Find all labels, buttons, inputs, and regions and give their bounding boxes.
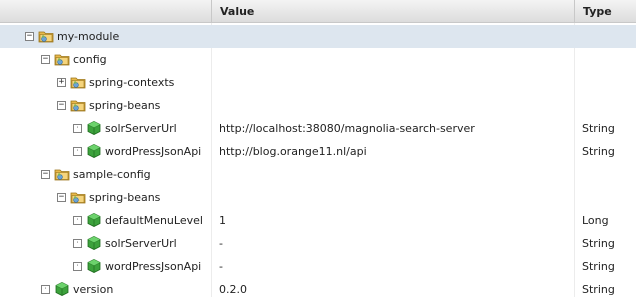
tree-row-name-cell: − sample-config	[0, 163, 211, 186]
tree-row-name-cell: · wordPressJsonApi	[0, 140, 211, 163]
tree-row[interactable]: − spring-beans	[0, 94, 636, 117]
tree-row-name-cell: · solrServerUrl	[0, 232, 211, 255]
tree-row-name-cell: + spring-contexts	[0, 71, 211, 94]
node-value[interactable]	[211, 48, 574, 71]
node-label[interactable]: version	[73, 278, 113, 297]
node-value[interactable]	[211, 163, 574, 186]
node-type[interactable]	[574, 71, 636, 94]
tree-row-name-cell: − my-module	[0, 25, 211, 48]
node-value[interactable]	[211, 94, 574, 117]
leaf-node-icon: ·	[73, 124, 82, 133]
node-type[interactable]	[574, 25, 636, 48]
node-label[interactable]: defaultMenuLevel	[105, 209, 203, 232]
property-icon	[86, 258, 102, 274]
node-label[interactable]: wordPressJsonApi	[105, 255, 201, 278]
property-icon	[86, 235, 102, 251]
tree-row[interactable]: − sample-config	[0, 163, 636, 186]
column-header-type[interactable]: Type	[574, 0, 636, 23]
node-label[interactable]: my-module	[57, 25, 119, 48]
node-value[interactable]: 0.2.0	[211, 278, 574, 297]
node-type[interactable]: String	[574, 117, 636, 140]
tree-row[interactable]: · version 0.2.0 String	[0, 278, 636, 297]
node-value[interactable]	[211, 71, 574, 94]
folder-icon	[38, 28, 54, 44]
folder-icon	[54, 166, 70, 182]
tree-row[interactable]: · wordPressJsonApi - String	[0, 255, 636, 278]
node-type[interactable]	[574, 186, 636, 209]
config-tree: Value Type − my-module − config + spring-c…	[0, 0, 636, 297]
tree-row-name-cell: · defaultMenuLevel	[0, 209, 211, 232]
leaf-node-icon: ·	[73, 262, 82, 271]
tree-row[interactable]: + spring-contexts	[0, 71, 636, 94]
tree-row[interactable]: · solrServerUrl - String	[0, 232, 636, 255]
tree-row-name-cell: − spring-beans	[0, 186, 211, 209]
leaf-node-icon: ·	[73, 216, 82, 225]
property-icon	[86, 143, 102, 159]
node-value[interactable]: 1	[211, 209, 574, 232]
tree-header: Value Type	[0, 0, 636, 23]
collapse-toggle-icon[interactable]: −	[41, 55, 50, 64]
tree-row[interactable]: · defaultMenuLevel 1 Long	[0, 209, 636, 232]
property-icon	[86, 212, 102, 228]
folder-icon	[70, 74, 86, 90]
node-value[interactable]: -	[211, 255, 574, 278]
node-type[interactable]: String	[574, 140, 636, 163]
folder-icon	[54, 51, 70, 67]
tree-row[interactable]: · solrServerUrl http://localhost:38080/ma…	[0, 117, 636, 140]
property-icon	[86, 120, 102, 136]
node-label[interactable]: config	[73, 48, 107, 71]
leaf-node-icon: ·	[73, 147, 82, 156]
node-label[interactable]: spring-contexts	[89, 71, 174, 94]
node-label[interactable]: spring-beans	[89, 186, 160, 209]
tree-row[interactable]: · wordPressJsonApi http://blog.orange11.n…	[0, 140, 636, 163]
node-type[interactable]	[574, 163, 636, 186]
tree-row-name-cell: · version	[0, 278, 211, 297]
node-type[interactable]: String	[574, 232, 636, 255]
expand-toggle-icon[interactable]: +	[57, 78, 66, 87]
node-type[interactable]	[574, 94, 636, 117]
column-header-name[interactable]	[0, 0, 211, 23]
node-label[interactable]: wordPressJsonApi	[105, 140, 201, 163]
property-icon	[54, 281, 70, 297]
tree-row[interactable]: − spring-beans	[0, 186, 636, 209]
tree-row-name-cell: − spring-beans	[0, 94, 211, 117]
leaf-node-icon: ·	[41, 285, 50, 294]
node-value[interactable]: http://localhost:38080/magnolia-search-s…	[211, 117, 574, 140]
node-value[interactable]	[211, 186, 574, 209]
collapse-toggle-icon[interactable]: −	[25, 32, 34, 41]
leaf-node-icon: ·	[73, 239, 82, 248]
node-label[interactable]: sample-config	[73, 163, 151, 186]
node-type[interactable]: String	[574, 255, 636, 278]
tree-row-name-cell: · wordPressJsonApi	[0, 255, 211, 278]
collapse-toggle-icon[interactable]: −	[57, 193, 66, 202]
node-type[interactable]: Long	[574, 209, 636, 232]
tree-row-name-cell: · solrServerUrl	[0, 117, 211, 140]
node-type[interactable]: String	[574, 278, 636, 297]
collapse-toggle-icon[interactable]: −	[57, 101, 66, 110]
node-value[interactable]: -	[211, 232, 574, 255]
node-value[interactable]: http://blog.orange11.nl/api	[211, 140, 574, 163]
collapse-toggle-icon[interactable]: −	[41, 170, 50, 179]
tree-row[interactable]: − config	[0, 48, 636, 71]
node-label[interactable]: solrServerUrl	[105, 232, 177, 255]
node-type[interactable]	[574, 48, 636, 71]
column-header-value[interactable]: Value	[211, 0, 574, 23]
tree-row-name-cell: − config	[0, 48, 211, 71]
tree-row[interactable]: − my-module	[0, 25, 636, 48]
node-label[interactable]: spring-beans	[89, 94, 160, 117]
node-label[interactable]: solrServerUrl	[105, 117, 177, 140]
folder-icon	[70, 97, 86, 113]
folder-icon	[70, 189, 86, 205]
node-value[interactable]	[211, 25, 574, 48]
